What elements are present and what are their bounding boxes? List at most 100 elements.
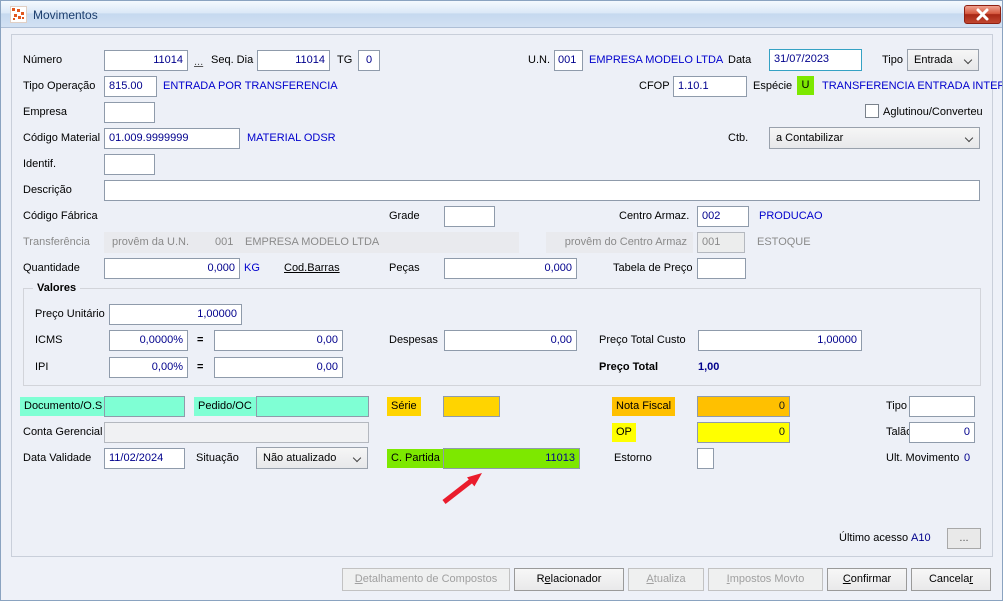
- centro-armaz-label: Centro Armaz.: [619, 210, 690, 222]
- ipi-valor-input[interactable]: 0,00: [214, 357, 343, 378]
- chevron-down-icon: [964, 133, 974, 143]
- descricao-input[interactable]: [104, 180, 980, 201]
- title-bar: Movimentos: [1, 1, 1002, 28]
- quantidade-input[interactable]: 0,000: [104, 258, 240, 279]
- equals-sign: =: [197, 334, 204, 346]
- provem-ca-label: provêm do Centro Armaz: [564, 236, 687, 248]
- cfop-input[interactable]: 1.10.1: [673, 76, 747, 97]
- tipo-operacao-input[interactable]: 815.00: [104, 76, 157, 97]
- especie-desc: TRANSFERENCIA ENTRADA INTERNA: [822, 80, 1003, 92]
- window-title: Movimentos: [33, 8, 98, 22]
- ctb-selected-value: a Contabilizar: [776, 132, 844, 144]
- c-partida-label: C. Partida: [387, 449, 444, 468]
- icms-valor-input[interactable]: 0,00: [214, 330, 343, 351]
- transferencia-origin-bar: provêm da U.N. 001 EMPRESA MODELO LTDA: [104, 232, 519, 253]
- un-input[interactable]: 001: [554, 50, 583, 71]
- empresa-input[interactable]: [104, 102, 155, 123]
- ipi-pct-input[interactable]: 0,00%: [109, 357, 188, 378]
- impostos-movto-button[interactable]: Impostos Movto: [708, 568, 823, 591]
- identif-input[interactable]: [104, 154, 155, 175]
- tipo-doc-label: Tipo: [886, 400, 907, 412]
- annotation-arrow-icon: [437, 471, 489, 507]
- provem-un-value: 001: [215, 236, 234, 248]
- numero-lookup-link[interactable]: ...: [194, 56, 203, 68]
- pedido-oc-label: Pedido/OC: [194, 397, 256, 416]
- provem-ca-input: 001: [697, 232, 745, 253]
- movimentos-window: Movimentos Número 11014 ... Seq. Dia 110…: [0, 0, 1003, 601]
- nota-fiscal-input[interactable]: 0: [697, 396, 790, 417]
- centro-armaz-input[interactable]: 002: [697, 206, 749, 227]
- tabela-preco-input[interactable]: [697, 258, 746, 279]
- centro-armaz-desc: PRODUCAO: [759, 210, 823, 222]
- browse-button[interactable]: ...: [947, 528, 981, 549]
- tipo-select[interactable]: Entrada: [907, 49, 979, 71]
- icms-label: ICMS: [35, 334, 63, 346]
- especie-badge: U: [797, 76, 814, 95]
- estorno-label: Estorno: [614, 452, 652, 464]
- pecas-input[interactable]: 0,000: [444, 258, 577, 279]
- aglutinou-label: Aglutinou/Converteu: [883, 106, 983, 118]
- valores-legend: Valores: [33, 282, 81, 295]
- tipo-label: Tipo: [882, 54, 903, 66]
- data-label: Data: [728, 54, 752, 66]
- preco-total-custo-label: Preço Total Custo: [599, 334, 686, 346]
- data-validade-input[interactable]: 11/02/2024: [104, 448, 185, 469]
- ctb-label: Ctb.: [728, 132, 749, 144]
- numero-input[interactable]: 11014: [104, 50, 188, 71]
- seq-dia-label: Seq. Dia: [211, 54, 254, 66]
- pedido-oc-input[interactable]: [256, 396, 369, 417]
- tabela-preco-label: Tabela de Preço: [613, 262, 693, 274]
- atualiza-button[interactable]: Atualiza: [628, 568, 704, 591]
- tipo-selected-value: Entrada: [914, 54, 953, 66]
- especie-label: Espécie: [753, 80, 793, 92]
- preco-unitario-label: Preço Unitário: [35, 308, 105, 320]
- talao-input[interactable]: 0: [909, 422, 975, 443]
- ctb-select[interactable]: a Contabilizar: [769, 127, 980, 149]
- tipo-operacao-desc: ENTRADA POR TRANSFERENCIA: [163, 80, 338, 92]
- preco-unitario-input[interactable]: 1,00000: [109, 304, 242, 325]
- transferencia-dest-bar: provêm do Centro Armaz: [546, 232, 693, 253]
- descricao-label: Descrição: [23, 184, 72, 196]
- preco-total-label: Preço Total: [599, 361, 659, 373]
- situacao-label: Situação: [196, 452, 239, 464]
- chevron-down-icon: [963, 55, 973, 65]
- aglutinou-checkbox[interactable]: [865, 104, 879, 118]
- tg-input[interactable]: 0: [358, 50, 380, 71]
- preco-total-custo-input[interactable]: 1,00000: [698, 330, 862, 351]
- tipo-doc-input[interactable]: [909, 396, 975, 417]
- grade-input[interactable]: [444, 206, 495, 227]
- codigo-material-input[interactable]: 01.009.9999999: [104, 128, 240, 149]
- seq-dia-input[interactable]: 11014: [257, 50, 330, 71]
- codigo-material-desc: MATERIAL ODSR: [247, 132, 336, 144]
- ultimo-acesso-value: A10: [911, 532, 931, 544]
- ultimo-acesso-label: Último acesso: [839, 532, 909, 544]
- documento-os-input[interactable]: [104, 396, 185, 417]
- data-input[interactable]: 31/07/2023: [769, 49, 862, 71]
- icms-pct-input[interactable]: 0,0000%: [109, 330, 188, 351]
- op-label: OP: [612, 423, 636, 442]
- c-partida-input[interactable]: 11013: [443, 448, 580, 469]
- relacionador-button[interactable]: Relacionador: [514, 568, 624, 591]
- empresa-label: Empresa: [23, 106, 68, 118]
- numero-label: Número: [23, 54, 63, 66]
- codigo-material-label: Código Material: [23, 132, 101, 144]
- equals-sign: =: [197, 361, 204, 373]
- quantidade-label: Quantidade: [23, 262, 80, 274]
- cancelar-button[interactable]: Cancelar: [911, 568, 991, 591]
- despesas-label: Despesas: [389, 334, 438, 346]
- situacao-selected-value: Não atualizado: [263, 452, 337, 464]
- serie-input[interactable]: [443, 396, 500, 417]
- op-input[interactable]: 0: [697, 422, 790, 443]
- data-validade-label: Data Validade: [23, 452, 92, 464]
- pecas-label: Peças: [389, 262, 420, 274]
- un-label: U.N.: [528, 54, 550, 66]
- close-button[interactable]: [964, 5, 1001, 24]
- despesas-input[interactable]: 0,00: [444, 330, 577, 351]
- estorno-checkbox[interactable]: [697, 448, 714, 469]
- cod-barras-link[interactable]: Cod.Barras: [284, 262, 340, 274]
- confirmar-button[interactable]: Confirmar: [827, 568, 907, 591]
- provem-un-desc: EMPRESA MODELO LTDA: [245, 236, 380, 248]
- situacao-select[interactable]: Não atualizado: [256, 447, 368, 469]
- detalhamento-compostos-button[interactable]: Detalhamento de Compostos: [342, 568, 510, 591]
- codigo-fabrica-label: Código Fábrica: [23, 210, 98, 222]
